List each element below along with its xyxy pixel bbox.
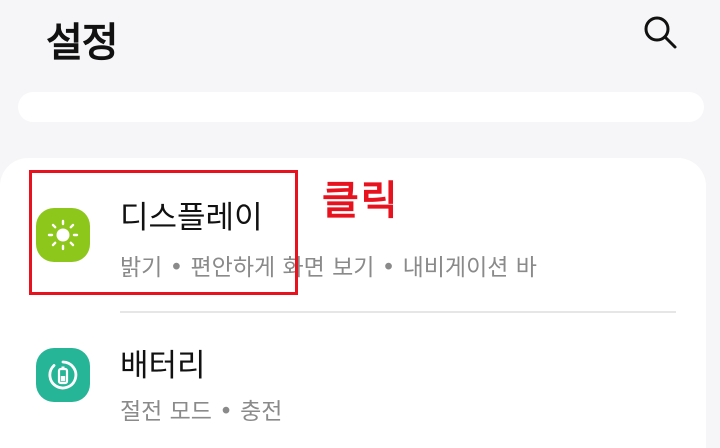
page-title: 설정 (46, 20, 119, 66)
battery-title: 배터리 (120, 348, 206, 384)
settings-item-battery[interactable]: 배터리 절전 모드 • 충전 (0, 318, 706, 448)
click-highlight-box (29, 170, 298, 295)
click-annotation-label: 클릭 (322, 178, 400, 224)
battery-subtitle: 절전 모드 • 충전 (120, 399, 283, 425)
battery-icon (36, 348, 90, 402)
previous-settings-card[interactable] (18, 92, 704, 122)
divider (120, 311, 676, 313)
search-icon (642, 14, 678, 50)
search-button[interactable] (640, 12, 680, 52)
